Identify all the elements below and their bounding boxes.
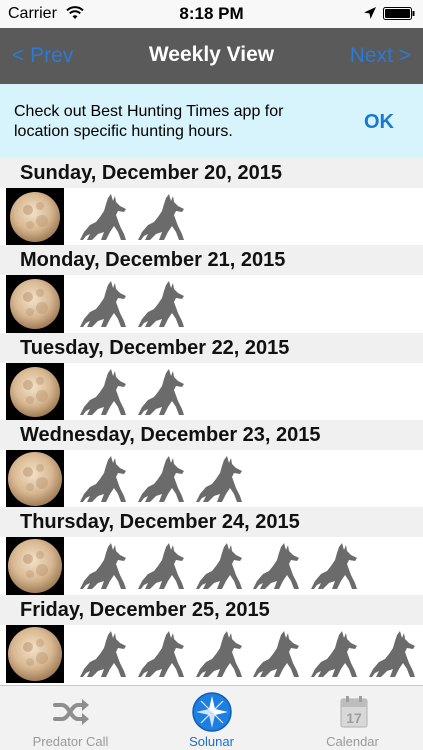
tab-calendar[interactable]: 17 Calendar: [282, 686, 423, 750]
day-section: Monday, December 21, 2015: [0, 245, 423, 334]
howling-wolf-icon: [137, 454, 192, 504]
howling-wolf-icon: [137, 192, 192, 242]
tab-label-calendar: Calendar: [326, 734, 379, 749]
day-section: Friday, December 25, 2015: [0, 594, 423, 683]
howling-wolf-icon: [80, 367, 134, 417]
moon-phase-icon: [6, 188, 64, 246]
howling-wolf-icon: [137, 279, 192, 329]
next-button[interactable]: Next >: [350, 44, 411, 68]
howling-wolf-icon: [195, 454, 250, 504]
day-section: Thursday, December 24, 2015: [0, 507, 423, 596]
howling-wolf-icon: [80, 629, 134, 679]
status-bar: Carrier 8:18 PM: [0, 0, 423, 28]
moon-phase-icon: [6, 449, 64, 508]
howling-wolf-icon: [311, 541, 365, 591]
day-date-label: Tuesday, December 22, 2015: [20, 336, 290, 359]
day-date-label: Friday, December 25, 2015: [20, 598, 270, 621]
day-date-label: Monday, December 21, 2015: [20, 249, 286, 272]
day-row[interactable]: [0, 188, 423, 246]
howling-wolf-icon: [253, 541, 307, 591]
howling-wolf-icon: [369, 629, 423, 679]
moon-phase-icon: [6, 624, 64, 683]
battery-icon: [383, 7, 415, 20]
tab-bar: Predator Call Solunar 17 Calendar: [0, 685, 423, 750]
day-header: Monday, December 21, 2015: [0, 245, 423, 276]
location-arrow-icon: [364, 7, 376, 19]
shuffle-icon: [52, 699, 89, 725]
navigation-bar: < Prev Weekly View Next >: [0, 28, 423, 84]
howling-wolf-icon: [137, 367, 192, 417]
howling-wolf-icon: [137, 541, 192, 591]
day-section: Tuesday, December 22, 2015: [0, 332, 423, 421]
day-header: Tuesday, December 22, 2015: [0, 332, 423, 363]
howling-wolf-icon: [195, 541, 250, 591]
moon-phase-icon: [6, 537, 64, 596]
tab-solunar[interactable]: Solunar: [141, 686, 282, 750]
day-section: Wednesday, December 23, 2015: [0, 419, 423, 508]
moon-phase-icon: [6, 275, 64, 334]
day-date-label: Sunday, December 20, 2015: [20, 162, 282, 184]
day-header: Sunday, December 20, 2015: [0, 158, 423, 188]
day-date-label: Wednesday, December 23, 2015: [20, 423, 321, 446]
day-row[interactable]: [0, 624, 423, 683]
moon-phase-icon: [6, 362, 64, 421]
day-row[interactable]: [0, 537, 423, 596]
howling-wolf-icon: [80, 454, 134, 504]
howling-wolf-icon: [195, 629, 250, 679]
howling-wolf-icon: [137, 629, 192, 679]
day-row[interactable]: [0, 275, 423, 334]
calendar-icon-day: 17: [346, 710, 362, 726]
tab-predator-call[interactable]: Predator Call: [0, 686, 141, 750]
promo-banner: Check out Best Hunting Times app for loc…: [0, 84, 423, 158]
compass-icon: [191, 692, 232, 732]
status-time: 8:18 PM: [179, 4, 244, 23]
promo-message: Check out Best Hunting Times app for loc…: [14, 103, 284, 140]
day-date-label: Thursday, December 24, 2015: [20, 511, 300, 534]
day-header: Wednesday, December 23, 2015: [0, 419, 423, 450]
howling-wolf-icon: [253, 629, 307, 679]
day-section: Sunday, December 20, 2015: [0, 158, 423, 246]
howling-wolf-icon: [311, 629, 365, 679]
weekly-day-list[interactable]: Sunday, December 20, 2015 Monday, Decemb…: [0, 158, 423, 685]
howling-wolf-icon: [80, 541, 134, 591]
day-row[interactable]: [0, 449, 423, 508]
day-header: Friday, December 25, 2015: [0, 594, 423, 625]
howling-wolf-icon: [80, 279, 134, 329]
howling-wolf-icon: [80, 192, 134, 242]
calendar-icon: 17: [340, 696, 367, 728]
tab-label-solunar: Solunar: [189, 734, 234, 749]
day-row[interactable]: [0, 362, 423, 421]
tab-label-predator-call: Predator Call: [32, 734, 109, 749]
ok-button[interactable]: OK: [364, 111, 394, 134]
day-header: Thursday, December 24, 2015: [0, 507, 423, 538]
